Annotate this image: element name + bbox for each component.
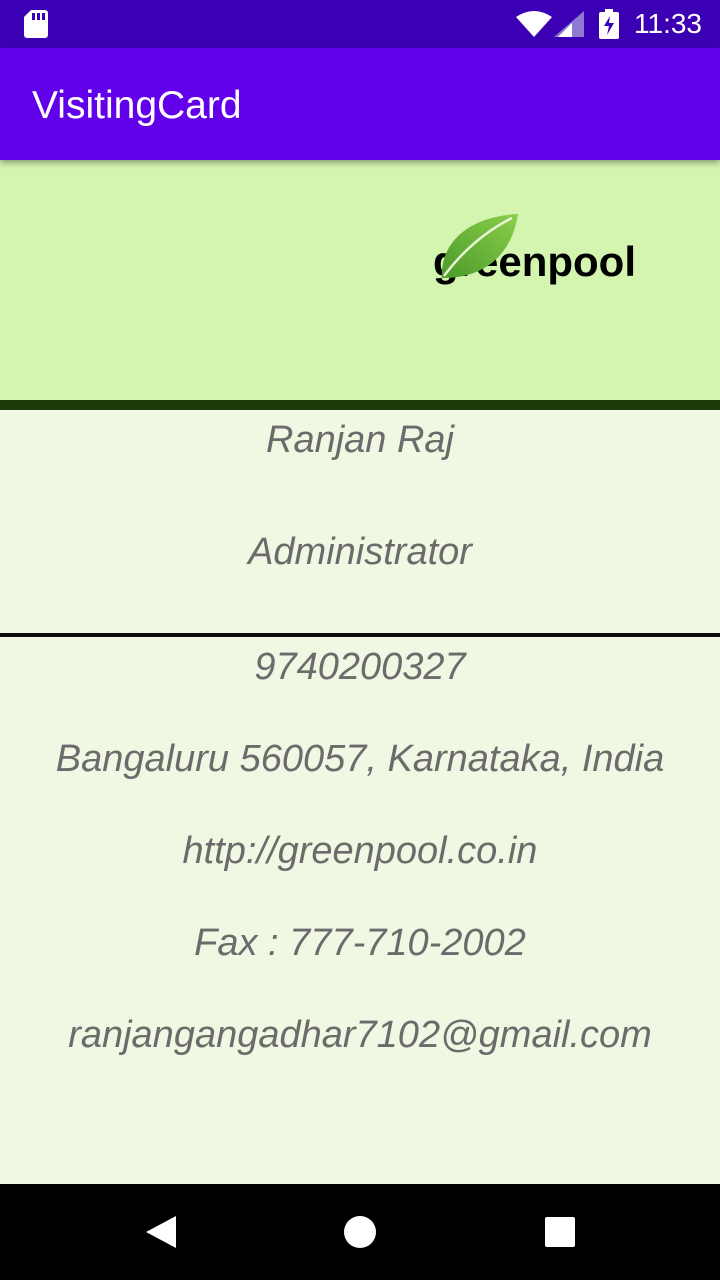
battery-charging-icon bbox=[599, 9, 619, 39]
signal-icon bbox=[554, 11, 584, 37]
person-name: Ranjan Raj bbox=[266, 419, 454, 461]
app-bar: VisitingCard bbox=[0, 48, 720, 160]
header-divider bbox=[0, 400, 720, 410]
status-time: 11:33 bbox=[634, 8, 702, 39]
person-role: Administrator bbox=[248, 531, 472, 573]
card-header: greenpool bbox=[0, 160, 720, 400]
company-name: greenpool bbox=[432, 238, 636, 285]
sd-card-icon bbox=[24, 10, 48, 38]
app-title: VisitingCard bbox=[32, 84, 242, 127]
section-divider bbox=[0, 633, 720, 637]
email-address[interactable]: ranjangangadhar7102@gmail.com bbox=[0, 1013, 720, 1057]
address: Bangaluru 560057, Karnataka, India bbox=[55, 738, 665, 780]
phone-number[interactable]: 9740200327 bbox=[0, 645, 720, 689]
wifi-icon bbox=[516, 11, 552, 37]
status-bar: 11:33 bbox=[0, 0, 720, 48]
website-link[interactable]: http://greenpool.co.in bbox=[0, 829, 720, 873]
leaf-icon bbox=[441, 214, 518, 278]
back-icon[interactable] bbox=[144, 1214, 178, 1250]
navigation-bar bbox=[0, 1184, 720, 1280]
home-icon[interactable] bbox=[343, 1214, 377, 1250]
recents-icon[interactable] bbox=[544, 1214, 576, 1250]
fax-number: Fax : 777-710-2002 bbox=[194, 922, 526, 964]
